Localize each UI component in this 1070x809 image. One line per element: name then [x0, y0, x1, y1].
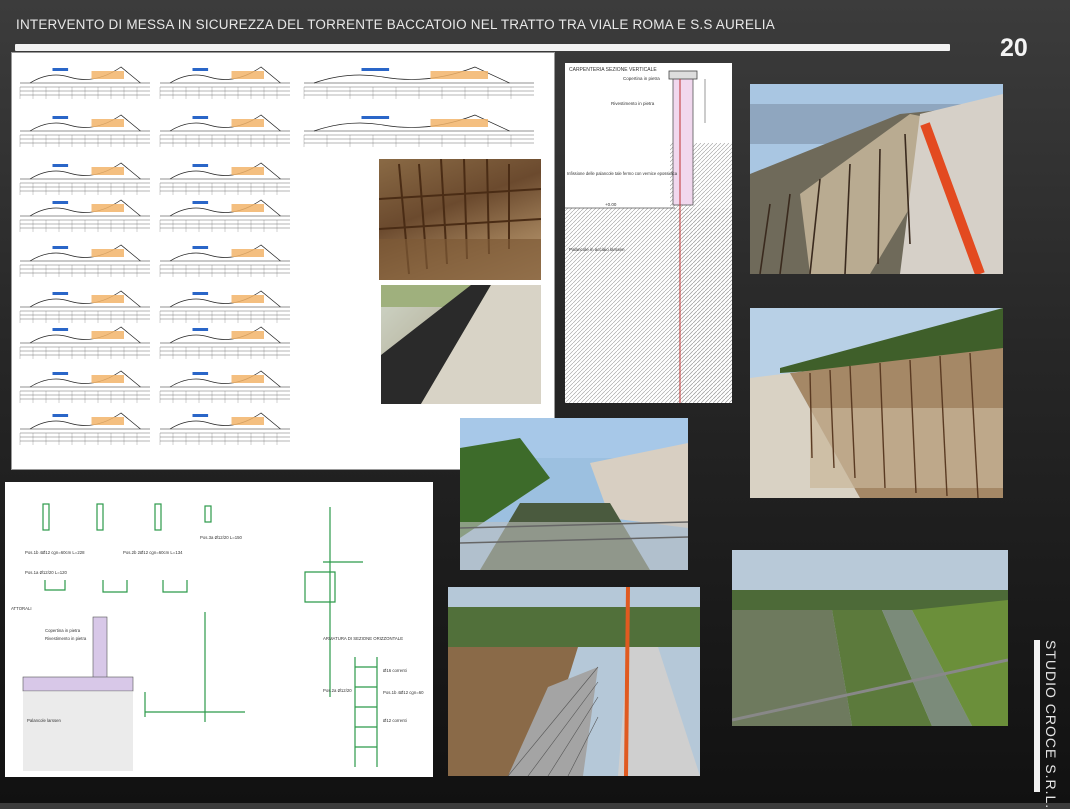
label-rivestimento: Rivestimento in pietra — [611, 101, 655, 106]
piles-road-illustration — [750, 308, 1003, 498]
label-infissione: Infissione delle palancole tale fermo co… — [567, 171, 678, 176]
photo-canal-banks — [732, 550, 1008, 726]
rebar-label-10: Ø16 correnti — [383, 668, 407, 673]
rebar-detail-sheet: Pos.1b 4Ø12 cgn=60cm L=228 Pos.2b 2Ø12 c… — [5, 482, 433, 777]
photo-stone-wall-rebar — [750, 84, 1003, 274]
section-title: CARPENTERIA SEZIONE VERTICALE — [569, 67, 657, 73]
rebar-mesh-illustration — [448, 587, 700, 776]
rebar-label-7: Rivestimento in pietra — [45, 636, 87, 641]
photo-rebar-mesh — [448, 587, 700, 776]
stone-wall-rebar-illustration — [750, 84, 1003, 274]
cross-sections-sheet — [11, 52, 555, 470]
company-name: STUDIO CROCE S.R.L. — [1043, 640, 1059, 809]
rebar-label-3: Pos.3a Ø12/20 L=150 — [200, 535, 243, 540]
rebar-label-13: Pos.1b 4Ø12 cgn=60 — [383, 690, 424, 695]
photo-piles-road — [750, 308, 1003, 498]
rebar-label-12: Pos.2a Ø12/20 — [323, 688, 352, 693]
rebar-cage-illustration — [379, 159, 541, 280]
rebar-label-4: Pos.1a Ø12/20 L=120 — [25, 570, 68, 575]
photo-canal-bridge — [460, 418, 688, 570]
photo-rebar-cage — [379, 159, 541, 280]
label-palancole: Palancole in acciaio larssen — [569, 247, 625, 252]
sidebar-rule — [1034, 640, 1040, 792]
photo-sheet-piles — [381, 285, 541, 404]
canal-banks-illustration — [732, 550, 1008, 726]
title-underline — [15, 44, 950, 51]
vertical-section-sheet: CARPENTERIA SEZIONE VERTICALE Copertina … — [565, 63, 732, 403]
rebar-label-8: Palancole larssen — [27, 718, 62, 723]
rebar-label-6: Copertina in pietra — [45, 628, 81, 633]
label-copertina: Copertina in pietra — [623, 76, 660, 81]
page-title: INTERVENTO DI MESSA IN SICUREZZA DEL TOR… — [16, 17, 775, 32]
rebar-label-11: Ø12 correnti — [383, 718, 407, 723]
rebar-label-9: ARMATURA DI SEZIONE ORIZZONTALE — [323, 636, 403, 641]
rebar-detail-drawing: Pos.1b 4Ø12 cgn=60cm L=228 Pos.2b 2Ø12 c… — [11, 503, 424, 771]
page-number: 20 — [1000, 34, 1028, 62]
rebar-label-2: Pos.2b 2Ø12 cgn=60cm L=134 — [123, 550, 183, 555]
canal-bridge-illustration — [460, 418, 688, 570]
rebar-label-1: Pos.1b 4Ø12 cgn=60cm L=228 — [25, 550, 85, 555]
rebar-label-5: ATTORALI — [11, 606, 32, 611]
label-level: +0.00 — [605, 202, 617, 207]
sheet-piles-illustration — [381, 285, 541, 404]
vertical-section-drawing: CARPENTERIA SEZIONE VERTICALE Copertina … — [565, 67, 732, 403]
